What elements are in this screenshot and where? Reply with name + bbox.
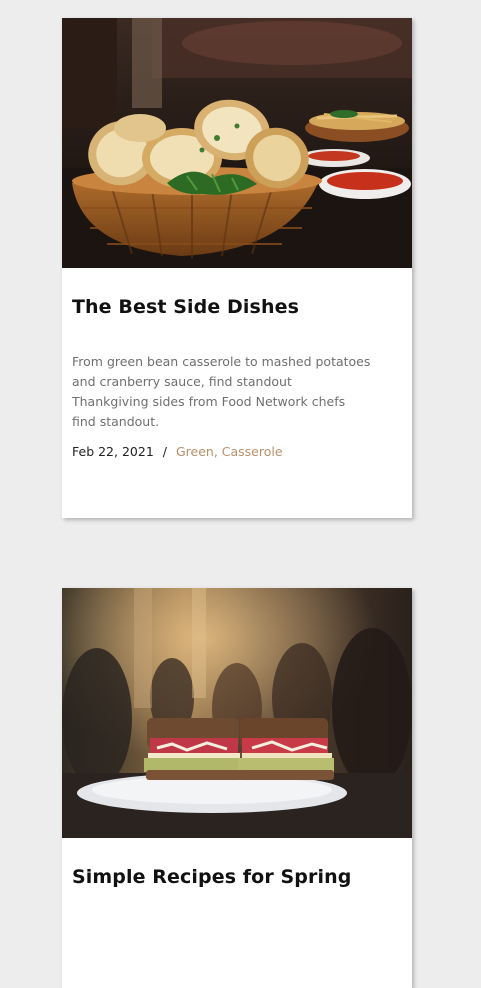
post-card: Simple Recipes for Spring (62, 588, 412, 988)
post-meta: Feb 22, 2021 / Green, Casserole (72, 444, 283, 459)
garlic-bread-image (62, 18, 412, 268)
post-card: The Best Side Dishes From green bean cas… (62, 18, 412, 518)
post-excerpt: From green bean casserole to mashed pota… (72, 354, 371, 429)
meta-separator: / (162, 444, 167, 459)
post-image-link[interactable] (62, 18, 412, 268)
post-title[interactable]: The Best Side Dishes (72, 296, 299, 318)
sandwich-image (62, 588, 412, 838)
post-image-link[interactable] (62, 588, 412, 838)
post-date: Feb 22, 2021 (72, 444, 154, 459)
post-title[interactable]: Simple Recipes for Spring (72, 866, 351, 888)
post-tags-link[interactable]: Green, Casserole (176, 444, 283, 459)
